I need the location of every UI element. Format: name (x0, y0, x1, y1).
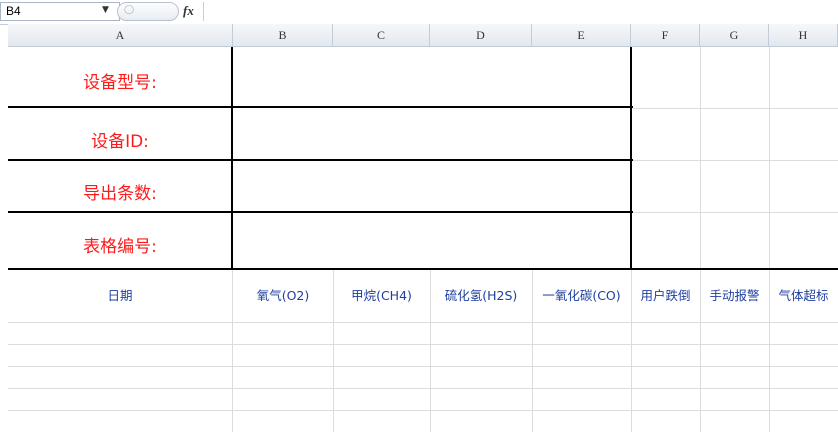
device-id-value-cell[interactable] (233, 108, 630, 159)
header-methane: 甲烷(CH4) (351, 288, 412, 303)
grid-line (8, 322, 838, 323)
formula-bar-resize-handle[interactable]: ◯ (117, 2, 179, 21)
grid-line (8, 344, 838, 345)
grid-line (633, 108, 838, 109)
device-model-value-cell[interactable] (233, 47, 630, 106)
column-header-g[interactable]: G (700, 24, 769, 47)
grid-line (633, 212, 838, 213)
column-header-d[interactable]: D (430, 24, 532, 47)
header-date: 日期 (107, 288, 133, 303)
circle-icon: ◯ (124, 5, 135, 15)
grid-line (8, 388, 838, 389)
grid-line (769, 47, 770, 270)
grid-line (700, 47, 701, 270)
formula-input[interactable] (205, 2, 836, 21)
column-header-a[interactable]: A (8, 24, 233, 47)
header-hydrogen-sulfide: 硫化氢(H2S) (444, 288, 518, 303)
column-header-b[interactable]: B (233, 24, 333, 47)
name-box[interactable]: B4 ▼ (0, 2, 120, 21)
column-header-e[interactable]: E (532, 24, 631, 47)
header-oxygen: 氧气(O2) (256, 288, 310, 303)
column-header-h[interactable]: H (769, 24, 838, 47)
spreadsheet-window: B4 ▼ ◯ fx A B C D E F G H 设备型号: 设备ID: 导出… (0, 0, 838, 432)
formula-separator (203, 2, 204, 21)
label-device-id: 设备ID: (91, 132, 149, 152)
label-table-number: 表格编号: (83, 237, 157, 257)
header-gas-exceed: 气体超标 (778, 288, 829, 303)
grid-line (633, 160, 838, 161)
column-header-c[interactable]: C (333, 24, 430, 47)
label-export-count: 导出条数: (83, 184, 157, 204)
column-header-f[interactable]: F (631, 24, 700, 47)
header-user-fall: 用户跌倒 (640, 288, 691, 303)
cell-border (630, 47, 632, 270)
grid-line (8, 410, 838, 411)
label-device-model: 设备型号: (83, 73, 157, 93)
export-count-value-cell[interactable] (233, 161, 630, 211)
grid-line (8, 366, 838, 367)
table-number-value-cell[interactable] (233, 213, 630, 268)
name-box-value: B4 (6, 4, 21, 18)
header-carbon-monoxide: 一氧化碳(CO) (542, 288, 621, 303)
insert-function-icon[interactable]: fx (183, 3, 194, 19)
header-manual-alarm: 手动报警 (709, 288, 760, 303)
formula-bar: B4 ▼ ◯ fx (0, 0, 838, 25)
chevron-down-icon[interactable]: ▼ (102, 5, 109, 15)
